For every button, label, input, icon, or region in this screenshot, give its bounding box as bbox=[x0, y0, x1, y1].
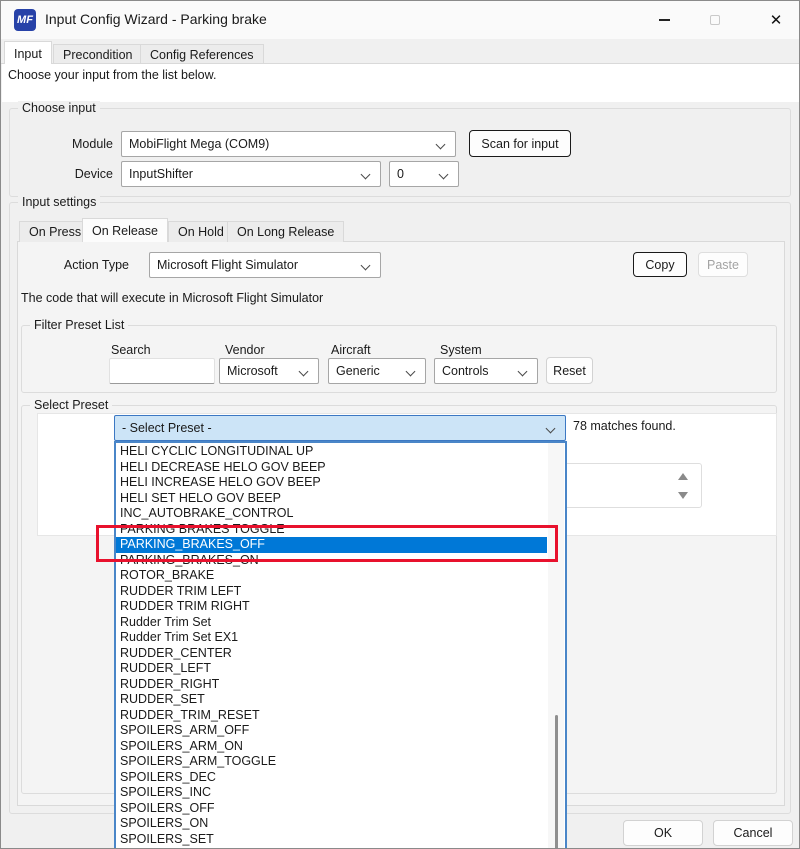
list-item[interactable]: HELI SET HELO GOV BEEP bbox=[116, 491, 547, 507]
chevron-down-icon bbox=[298, 366, 309, 377]
chevron-down-icon bbox=[517, 366, 528, 377]
maximize-button[interactable] bbox=[700, 8, 730, 32]
list-item[interactable]: RUDDER TRIM LEFT bbox=[116, 584, 547, 600]
title-bar: MF Input Config Wizard - Parking brake ✕ bbox=[1, 1, 799, 39]
list-item[interactable]: INC_AUTOBRAKE_CONTROL bbox=[116, 506, 547, 522]
chevron-down-icon bbox=[545, 423, 556, 434]
minimize-icon bbox=[658, 19, 670, 21]
spinner-down-button[interactable] bbox=[668, 486, 698, 504]
list-item[interactable]: Rudder Trim Set bbox=[116, 615, 547, 631]
list-item[interactable]: SPOILERS_ARM_OFF bbox=[116, 723, 547, 739]
module-label: Module bbox=[72, 137, 113, 151]
tab-precondition[interactable]: Precondition bbox=[53, 44, 143, 64]
aircraft-combobox[interactable]: Generic bbox=[328, 358, 426, 384]
list-item[interactable]: RUDDER_SET bbox=[116, 692, 547, 708]
minimize-button[interactable] bbox=[649, 8, 679, 32]
select-preset-combobox[interactable]: - Select Preset - bbox=[114, 415, 566, 441]
module-combobox[interactable]: MobiFlight Mega (COM9) bbox=[121, 131, 456, 157]
tab-config-references[interactable]: Config References bbox=[140, 44, 264, 64]
chevron-down-icon bbox=[438, 169, 449, 180]
list-item[interactable]: SPOILERS_SET bbox=[116, 832, 547, 848]
action-type-combobox[interactable]: Microsoft Flight Simulator bbox=[149, 252, 381, 278]
list-item[interactable]: HELI CYCLIC LONGITUDINAL UP bbox=[116, 444, 547, 460]
device-label: Device bbox=[74, 167, 113, 181]
vendor-combobox[interactable]: Microsoft bbox=[219, 358, 319, 384]
input-config-wizard-window: MF Input Config Wizard - Parking brake ✕… bbox=[0, 0, 800, 849]
device-combobox[interactable]: InputShifter bbox=[121, 161, 381, 187]
list-item[interactable]: RUDDER_RIGHT bbox=[116, 677, 547, 693]
vendor-label: Vendor bbox=[225, 343, 265, 357]
input-settings-legend: Input settings bbox=[18, 195, 101, 209]
select-preset-value: - Select Preset - bbox=[122, 421, 212, 435]
list-item[interactable]: RUDDER TRIM RIGHT bbox=[116, 599, 547, 615]
choose-input-legend: Choose input bbox=[18, 101, 100, 115]
preset-items: HELI CYCLIC LONGITUDINAL UP HELI DECREASE… bbox=[116, 444, 547, 848]
list-item[interactable]: RUDDER_LEFT bbox=[116, 661, 547, 677]
aircraft-value: Generic bbox=[336, 364, 380, 378]
copy-button[interactable]: Copy bbox=[633, 252, 687, 277]
window-title: Input Config Wizard - Parking brake bbox=[45, 11, 267, 27]
search-label: Search bbox=[111, 343, 151, 357]
ok-button[interactable]: OK bbox=[623, 820, 703, 846]
list-item[interactable]: ROTOR_BRAKE bbox=[116, 568, 547, 584]
vendor-value: Microsoft bbox=[227, 364, 278, 378]
tab-input[interactable]: Input bbox=[4, 41, 52, 64]
close-icon: ✕ bbox=[769, 12, 783, 29]
action-type-value: Microsoft Flight Simulator bbox=[157, 258, 299, 272]
close-button[interactable]: ✕ bbox=[761, 8, 791, 32]
list-item[interactable]: HELI INCREASE HELO GOV BEEP bbox=[116, 475, 547, 491]
scrollbar-thumb[interactable] bbox=[555, 715, 558, 848]
list-item[interactable]: SPOILERS_DEC bbox=[116, 770, 547, 786]
chevron-down-icon bbox=[435, 139, 446, 150]
search-input[interactable] bbox=[109, 358, 215, 384]
chevron-down-icon bbox=[360, 260, 371, 271]
spinner-up-button[interactable] bbox=[668, 467, 698, 485]
app-logo-icon: MF bbox=[14, 9, 36, 31]
annotation-highlight-box bbox=[96, 525, 558, 562]
aircraft-label: Aircraft bbox=[331, 343, 371, 357]
instruction-text: Choose your input from the list below. bbox=[8, 68, 217, 82]
device-value: InputShifter bbox=[129, 167, 193, 181]
main-tab-strip: Input Precondition Config References bbox=[1, 41, 799, 64]
chevron-down-icon bbox=[360, 169, 371, 180]
tab-on-long-release[interactable]: On Long Release bbox=[227, 221, 345, 242]
system-label: System bbox=[440, 343, 482, 357]
device-channel-value: 0 bbox=[397, 167, 404, 181]
module-value: MobiFlight Mega (COM9) bbox=[129, 137, 270, 151]
reset-button[interactable]: Reset bbox=[546, 357, 593, 384]
cancel-button[interactable]: Cancel bbox=[713, 820, 793, 846]
filter-preset-legend: Filter Preset List bbox=[30, 318, 129, 332]
tab-on-hold[interactable]: On Hold bbox=[168, 221, 234, 242]
list-item[interactable]: SPOILERS_ARM_ON bbox=[116, 739, 547, 755]
action-description: The code that will execute in Microsoft … bbox=[21, 291, 324, 305]
chevron-down-icon bbox=[405, 366, 416, 377]
preset-dropdown-list[interactable]: HELI CYCLIC LONGITUDINAL UP HELI DECREASE… bbox=[114, 441, 567, 848]
list-item[interactable]: SPOILERS_INC bbox=[116, 785, 547, 801]
system-combobox[interactable]: Controls bbox=[434, 358, 538, 384]
list-item[interactable]: RUDDER_TRIM_RESET bbox=[116, 708, 547, 724]
spinner-down-icon bbox=[678, 491, 688, 499]
scan-for-input-button[interactable]: Scan for input bbox=[469, 130, 571, 157]
list-item[interactable]: RUDDER_CENTER bbox=[116, 646, 547, 662]
select-preset-legend: Select Preset bbox=[30, 398, 113, 412]
list-item[interactable]: SPOILERS_ARM_TOGGLE bbox=[116, 754, 547, 770]
list-item[interactable]: HELI DECREASE HELO GOV BEEP bbox=[116, 460, 547, 476]
list-item[interactable]: SPOILERS_ON bbox=[116, 816, 547, 832]
scrollbar-track[interactable] bbox=[548, 443, 564, 848]
maximize-icon bbox=[710, 15, 720, 25]
list-item[interactable]: Rudder Trim Set EX1 bbox=[116, 630, 547, 646]
list-item[interactable]: SPOILERS_OFF bbox=[116, 801, 547, 817]
action-type-label: Action Type bbox=[63, 258, 129, 272]
device-channel-combobox[interactable]: 0 bbox=[389, 161, 459, 187]
matches-found-text: 78 matches found. bbox=[573, 419, 676, 433]
spinner-up-icon bbox=[678, 472, 688, 480]
system-value: Controls bbox=[442, 364, 489, 378]
tab-on-press[interactable]: On Press bbox=[19, 221, 92, 242]
paste-button[interactable]: Paste bbox=[698, 252, 748, 277]
tab-on-release[interactable]: On Release bbox=[82, 218, 169, 242]
